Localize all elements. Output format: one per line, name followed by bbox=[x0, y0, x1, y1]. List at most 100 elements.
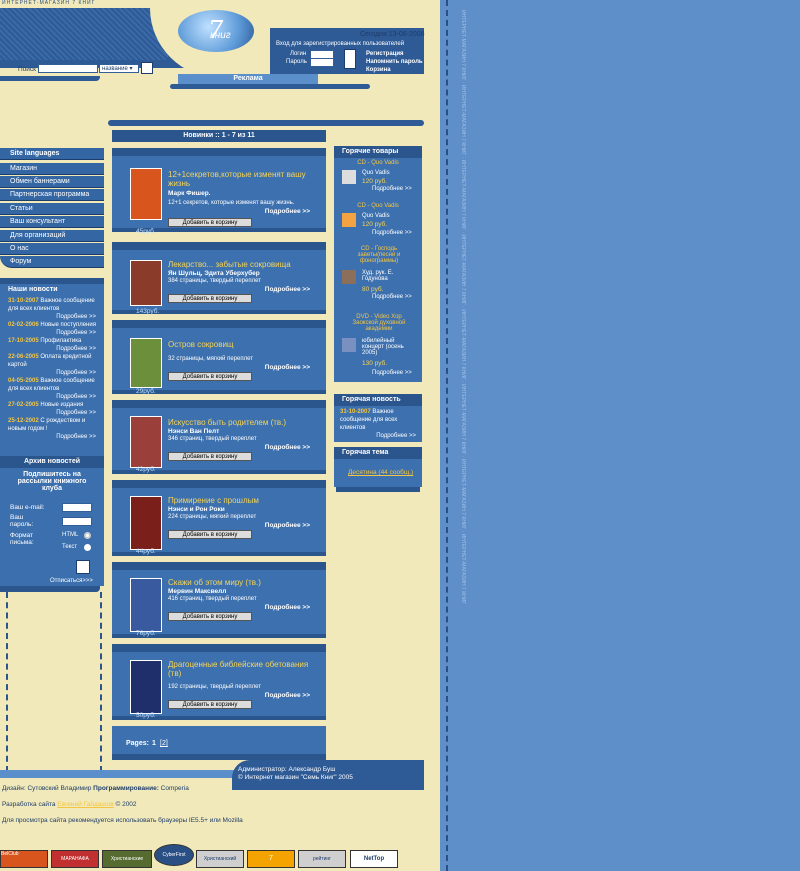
hot-item-image[interactable] bbox=[342, 213, 356, 227]
counter-badge[interactable]: BelClub bbox=[0, 850, 48, 868]
menu-item-organizations[interactable]: Для организаций bbox=[0, 230, 104, 242]
add-to-cart-button[interactable]: Добавить в корзину bbox=[168, 700, 252, 709]
book-cover[interactable] bbox=[130, 660, 162, 714]
menu-item-forum[interactable]: Форум bbox=[0, 256, 104, 268]
menu-item-partners[interactable]: Партнерская программа bbox=[0, 189, 104, 201]
side-menu: Site languages Магазин Обмен баннерами П… bbox=[0, 148, 104, 268]
hot-item-image[interactable] bbox=[342, 338, 356, 352]
product-more-link[interactable]: Подробнее >> bbox=[265, 522, 310, 529]
product-title[interactable]: Искусство быть родителем (тв.) bbox=[168, 418, 318, 427]
news-more-link[interactable]: Подробнее >> bbox=[8, 409, 96, 417]
product-more-link[interactable]: Подробнее >> bbox=[265, 364, 310, 371]
remind-password-link[interactable]: Напомнить пароль bbox=[366, 59, 423, 65]
search-input[interactable] bbox=[38, 64, 98, 73]
register-link[interactable]: Регистрация bbox=[366, 51, 404, 57]
unsubscribe-link[interactable]: Отписаться>>> bbox=[50, 578, 93, 584]
book-cover[interactable] bbox=[130, 496, 162, 550]
hot-news-item[interactable]: 31-10-2007 Важное сообщение для всех кли… bbox=[340, 408, 416, 432]
product-title[interactable]: Скажи об этом миру (тв.) bbox=[168, 578, 318, 587]
subscribe-password-input[interactable] bbox=[62, 517, 92, 526]
news-more-link[interactable]: Подробнее >> bbox=[8, 329, 96, 337]
hot-item-name[interactable]: CD - Quo Vadis bbox=[334, 160, 422, 166]
news-more-link[interactable]: Подробнее >> bbox=[8, 345, 96, 353]
hot-item-image[interactable] bbox=[342, 270, 356, 284]
menu-item-shop[interactable]: Магазин bbox=[0, 163, 104, 175]
add-to-cart-button[interactable]: Добавить в корзину bbox=[168, 530, 252, 539]
news-item[interactable]: 25-12-2002 С рождеством и новым годом ! bbox=[8, 417, 96, 433]
counter-badge[interactable]: 7 bbox=[247, 850, 295, 868]
subscribe-email-input[interactable] bbox=[62, 503, 92, 512]
book-cover[interactable] bbox=[130, 168, 162, 220]
news-more-link[interactable]: Подробнее >> bbox=[8, 433, 96, 441]
news-item[interactable]: 27-02-2005 Новые издания bbox=[8, 401, 96, 409]
counter-badge[interactable]: NetTop bbox=[350, 850, 398, 868]
hot-more-link[interactable]: Подробнее >> bbox=[372, 370, 412, 376]
search-underline bbox=[0, 76, 100, 81]
product-title[interactable]: Примирение с прошлым bbox=[168, 496, 318, 505]
counter-badge[interactable]: Христианский bbox=[196, 850, 244, 868]
product-title[interactable]: Остров сокровищ bbox=[168, 340, 318, 349]
news-item[interactable]: 31-10-2007 Важное сообщение для всех кли… bbox=[8, 297, 96, 313]
hot-more-link[interactable]: Подробнее >> bbox=[372, 294, 412, 300]
product-title[interactable]: 12+1секретов,которые изменят вашу жизнь bbox=[168, 170, 318, 188]
product-more-link[interactable]: Подробнее >> bbox=[265, 208, 310, 215]
book-cover[interactable] bbox=[130, 578, 162, 632]
news-item[interactable]: 22-06-2005 Оплата кредитной картой bbox=[8, 353, 96, 369]
product-title[interactable]: Лекарство... забытые сокровища bbox=[168, 260, 318, 269]
product-title[interactable]: Драгоценные библейские обетования (тв) bbox=[168, 660, 318, 678]
menu-item-consultant[interactable]: Ваш консультант bbox=[0, 216, 104, 228]
html-radio[interactable] bbox=[84, 532, 91, 539]
product-more-link[interactable]: Подробнее >> bbox=[265, 692, 310, 699]
page-link[interactable]: [2] bbox=[160, 740, 168, 747]
add-to-cart-button[interactable]: Добавить в корзину bbox=[168, 372, 252, 381]
hot-more-link[interactable]: Подробнее >> bbox=[372, 230, 412, 236]
hot-item-name[interactable]: DVD - Video Хор Заокской духовной академ… bbox=[346, 314, 412, 332]
hot-item-name[interactable]: CD - Господь заветы(песни и фонограммы) bbox=[348, 246, 410, 264]
product-author: Нэнси и Рон Роки bbox=[168, 506, 225, 513]
product-more-link[interactable]: Подробнее >> bbox=[265, 444, 310, 451]
product-card: Искусство быть родителем (тв.) Нэнси Ван… bbox=[112, 400, 326, 474]
news-more-link[interactable]: Подробнее >> bbox=[8, 393, 96, 401]
menu-item-banners[interactable]: Обмен баннерами bbox=[0, 176, 104, 188]
book-cover[interactable] bbox=[130, 416, 162, 468]
add-to-cart-button[interactable]: Добавить в корзину bbox=[168, 452, 252, 461]
product-desc: 416 страниц, твердый переплет bbox=[168, 596, 257, 602]
hot-more-link[interactable]: Подробнее >> bbox=[372, 186, 412, 192]
cart-link[interactable]: Корзина bbox=[366, 67, 391, 73]
news-item[interactable]: 02-02-2006 Новые поступления bbox=[8, 321, 96, 329]
book-cover[interactable] bbox=[130, 338, 162, 388]
logo-globe[interactable]: 7 книг bbox=[178, 10, 254, 52]
news-item[interactable]: 17-10-2005 Профилактика bbox=[8, 337, 96, 345]
password-input[interactable] bbox=[310, 58, 334, 67]
news-more-link[interactable]: Подробнее >> bbox=[8, 369, 96, 377]
add-to-cart-button[interactable]: Добавить в корзину bbox=[168, 294, 252, 303]
dev-link[interactable]: Евгений Гайдашов bbox=[57, 801, 113, 808]
news-item[interactable]: 04-05-2005 Важное сообщение для всех кли… bbox=[8, 377, 96, 393]
news-archive-link[interactable]: Архив новостей bbox=[0, 456, 104, 468]
product-more-link[interactable]: Подробнее >> bbox=[265, 286, 310, 293]
counter-badge[interactable]: CyberFirst bbox=[154, 844, 194, 866]
menu-item-articles[interactable]: Статьи bbox=[0, 203, 104, 215]
hot-news-more-link[interactable]: Подробнее >> bbox=[340, 432, 416, 440]
search-icon[interactable] bbox=[141, 62, 153, 74]
header-top-light bbox=[270, 8, 424, 28]
text-radio[interactable] bbox=[84, 544, 91, 551]
submit-icon[interactable] bbox=[76, 560, 90, 574]
product-more-link[interactable]: Подробнее >> bbox=[265, 604, 310, 611]
book-cover[interactable] bbox=[130, 260, 162, 306]
add-to-cart-button[interactable]: Добавить в корзину bbox=[168, 612, 252, 621]
hot-item-name[interactable]: CD - Quo Vadis bbox=[334, 203, 422, 209]
hot-topic-link[interactable]: Десятина (44 сообщ.) bbox=[348, 469, 413, 476]
menu-item-about[interactable]: О нас bbox=[0, 243, 104, 255]
door-icon[interactable] bbox=[344, 49, 356, 69]
counter-badge[interactable]: МАРАНАФА bbox=[51, 850, 99, 868]
menu-item-languages[interactable]: Site languages bbox=[0, 148, 104, 160]
counter-badge[interactable]: Христианские bbox=[102, 850, 152, 868]
news-more-link[interactable]: Подробнее >> bbox=[8, 313, 96, 321]
add-to-cart-button[interactable]: Добавить в корзину bbox=[168, 218, 252, 227]
product-desc: 346 страниц, твердый переплет bbox=[168, 436, 257, 442]
counter-badge[interactable]: рейтинг bbox=[298, 850, 346, 868]
search-field-select[interactable]: название ▾ bbox=[99, 64, 139, 73]
product-desc: 224 страницы, мягкий переплет bbox=[168, 514, 257, 520]
hot-item-image[interactable] bbox=[342, 170, 356, 184]
